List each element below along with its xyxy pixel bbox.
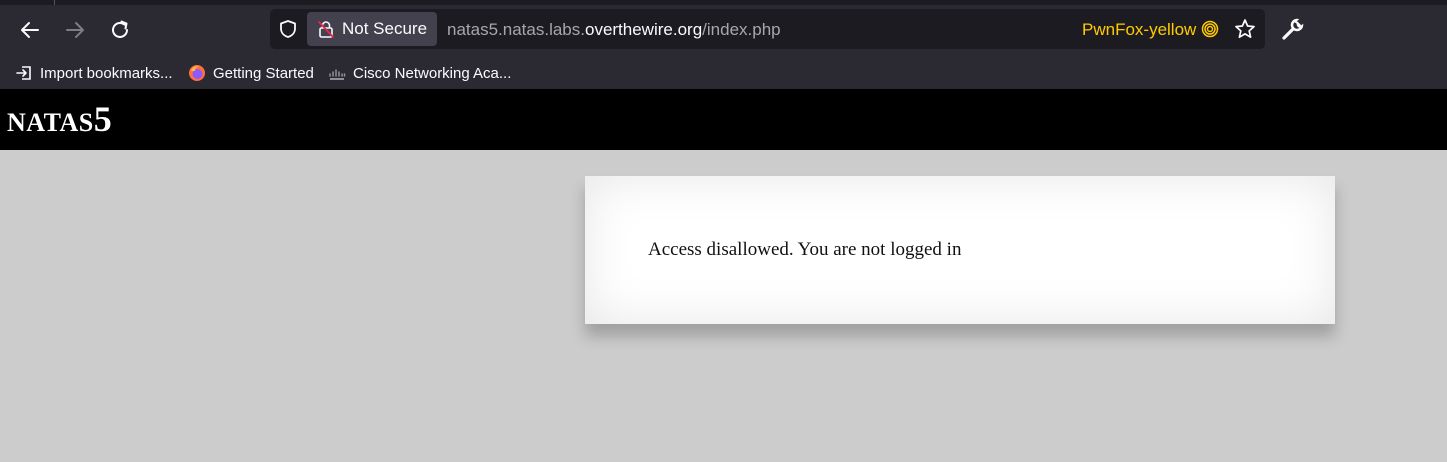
bookmark-import[interactable]: Import bookmarks... [15,62,173,84]
shield-icon[interactable] [278,19,298,39]
reload-icon [112,20,128,38]
reload-button[interactable] [104,14,136,46]
access-message: Access disallowed. You are not logged in [648,239,962,260]
url-domain: overthewire.org [584,20,703,39]
page-title-number: 5 [93,99,112,139]
url-text[interactable]: natas5.natas.labs.overthewire.org/index.… [447,20,781,40]
security-label: Not Secure [342,19,428,38]
security-indicator[interactable]: Not Secure [307,12,437,46]
container-label[interactable]: PwnFox-yellow [1082,21,1196,39]
back-button[interactable] [14,14,46,46]
bookmark-star-icon[interactable] [1234,18,1256,40]
address-bar[interactable]: Not Secure natas5.natas.labs.overthewire… [270,9,1265,49]
url-prefix: natas5.natas.labs. [447,20,585,39]
firefox-icon [189,65,205,81]
content-card: Access disallowed. You are not logged in [585,176,1335,324]
browser-chrome: Not Secure natas5.natas.labs.overthewire… [0,0,1447,89]
arrow-right-icon [66,22,84,38]
page-title-prefix: NATAS [7,108,94,137]
bookmark-getting-started[interactable]: Getting Started [188,62,314,84]
import-icon [16,66,31,80]
page-title: NATAS5 [7,98,112,140]
bookmark-label: Cisco Networking Aca... [353,64,512,82]
bookmark-label: Getting Started [213,64,314,82]
bookmarks-toolbar: Import bookmarks... Getting Started Cisc… [0,57,1447,89]
wrench-icon[interactable] [1280,16,1306,42]
url-path: /index.php [702,20,781,39]
bookmark-cisco[interactable]: Cisco Networking Aca... [328,62,511,84]
bookmark-label: Import bookmarks... [40,64,173,82]
forward-button[interactable] [59,14,91,46]
cisco-icon [329,69,346,80]
tab-strip [0,0,1447,5]
lock-insecure-icon [318,21,334,38]
arrow-left-icon [21,22,39,38]
fingerprint-icon[interactable] [1201,20,1219,38]
site-header: NATAS5 [0,89,1447,150]
